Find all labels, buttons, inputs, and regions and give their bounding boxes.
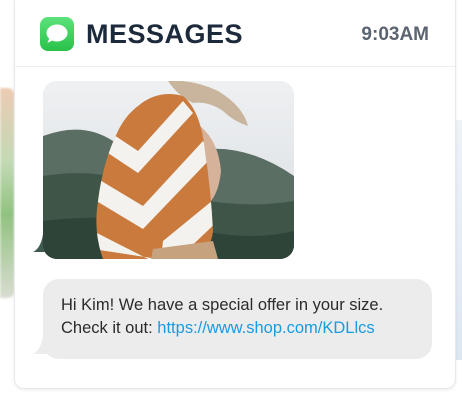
message-bubble-icon	[40, 17, 74, 51]
app-title: MESSAGES	[86, 19, 244, 49]
message-time: 9:03AM	[361, 24, 429, 45]
image-message[interactable]	[43, 81, 294, 259]
background-blur-right	[456, 120, 462, 360]
background-blur-left	[0, 88, 14, 298]
message-line-2-prefix: Check it out:	[61, 319, 158, 337]
text-message: Hi Kim! We have a special offer in your …	[43, 279, 432, 359]
card-header: MESSAGES 9:03AM	[15, 0, 455, 67]
message-notification-card: MESSAGES 9:03AM Hi Kim! We have a specia…	[14, 0, 456, 389]
message-line-1: Hi Kim! We have a special offer in your …	[61, 296, 384, 314]
offer-link[interactable]: https://www.shop.com/KDLlcs	[157, 319, 374, 337]
message-line-2: Check it out: https://www.shop.com/KDLlc…	[61, 317, 414, 340]
product-photo	[43, 81, 294, 259]
